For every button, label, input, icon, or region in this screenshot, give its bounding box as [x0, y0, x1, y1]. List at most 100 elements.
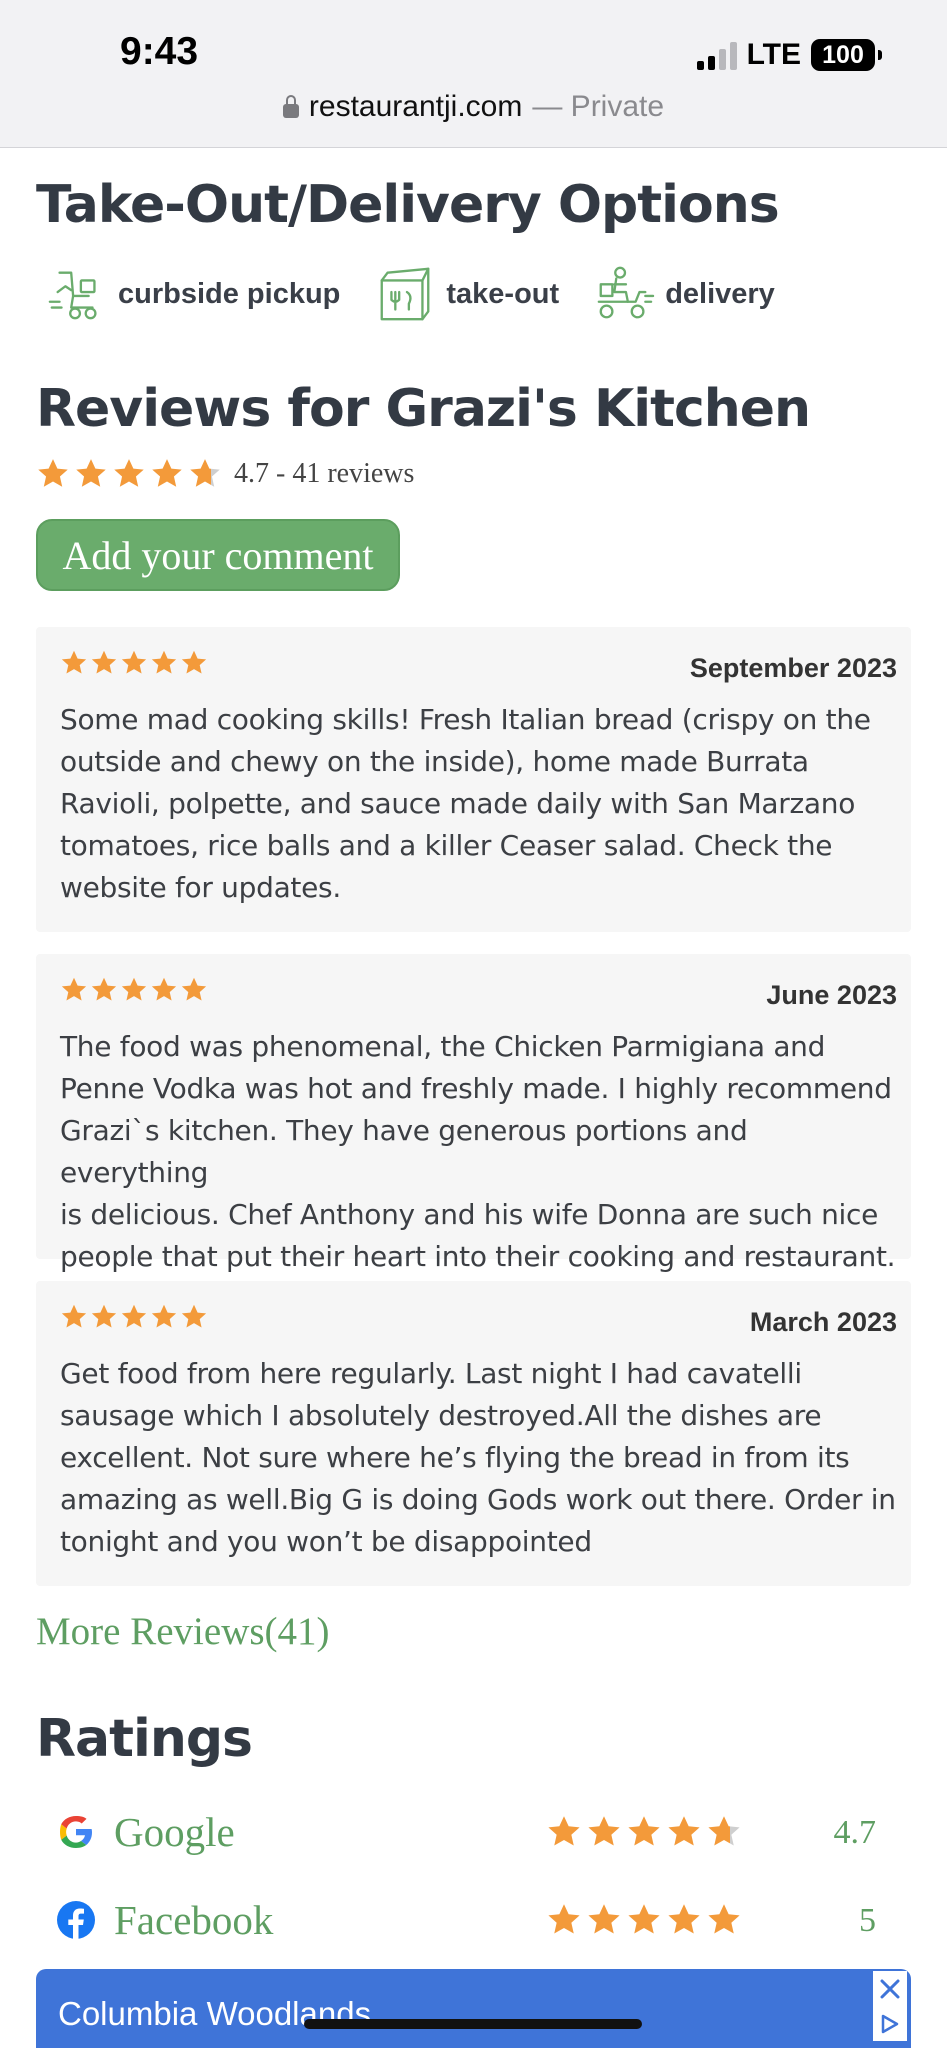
- review-line: Some mad cooking skills! Fresh Italian b…: [60, 703, 871, 736]
- curbside-pickup-icon: [48, 271, 97, 320]
- star-icon: [668, 1816, 700, 1846]
- rating-row-facebook: Facebook 5: [56, 1890, 876, 1950]
- add-comment-button[interactable]: Add your comment: [36, 519, 400, 591]
- review-line: sausage which I absolutely destroyed.All…: [60, 1399, 822, 1432]
- ad-controls: [873, 1971, 907, 2041]
- star-icon: [151, 1304, 177, 1328]
- status-indicators: LTE 100: [696, 38, 882, 72]
- star-icon: [190, 459, 220, 487]
- lock-icon: [282, 95, 299, 118]
- star-icon: [61, 650, 87, 674]
- review-stars: [60, 1303, 208, 1331]
- star-icon: [181, 977, 207, 1001]
- review-line: website for updates.: [60, 871, 341, 904]
- star-icon: [588, 1816, 620, 1846]
- option-label: delivery: [665, 277, 775, 310]
- star-icon: [181, 650, 207, 674]
- star-icon: [708, 1816, 740, 1846]
- option-curbside-pickup: curbside pickup: [46, 263, 340, 325]
- review-line: tomatoes, rice balls and a killer Ceaser…: [60, 829, 833, 862]
- star-icon: [151, 650, 177, 674]
- network-type: LTE: [746, 38, 801, 71]
- review-line: people that put their heart into their c…: [60, 1240, 896, 1273]
- star-icon: [121, 650, 147, 674]
- review-text: Some mad cooking skills! Fresh Italian b…: [60, 699, 900, 909]
- review-line: Grazi`s kitchen. They have generous port…: [60, 1114, 748, 1189]
- adchoices-icon[interactable]: [879, 2013, 901, 2035]
- review-line: The food was phenomenal, the Chicken Par…: [60, 1030, 826, 1063]
- star-icon: [708, 1904, 740, 1934]
- review-date: September 2023: [689, 653, 897, 683]
- rating-source[interactable]: Facebook: [114, 1896, 273, 1944]
- star-icon: [76, 459, 106, 487]
- star-icon: [91, 977, 117, 1001]
- review-text: Get food from here regularly. Last night…: [60, 1353, 900, 1563]
- option-delivery: delivery: [593, 263, 775, 325]
- close-icon[interactable]: [879, 1978, 901, 2000]
- star-icon: [548, 1816, 580, 1846]
- option-label: curbside pickup: [118, 277, 341, 310]
- review-stars: [60, 976, 208, 1004]
- review-line: excellent. Not sure where he’s flying th…: [60, 1441, 850, 1474]
- url-host: restaurantji.com: [308, 90, 523, 123]
- review-date: June 2023: [766, 980, 897, 1010]
- review-stars: [60, 649, 208, 677]
- rating-stars: [546, 1814, 742, 1850]
- rating-stars: [546, 1902, 742, 1938]
- takeout-bag-icon: [380, 267, 430, 321]
- star-icon: [152, 459, 182, 487]
- summary-stars: [36, 457, 222, 491]
- summary-text: 4.7 - 41 reviews: [234, 458, 415, 489]
- star-icon: [114, 459, 144, 487]
- star-icon: [91, 1304, 117, 1328]
- review-line: Ravioli, polpette, and sauce made daily …: [60, 787, 856, 820]
- rating-source[interactable]: Google: [114, 1808, 235, 1856]
- more-reviews-link[interactable]: More Reviews(41): [36, 1609, 330, 1654]
- star-icon: [61, 977, 87, 1001]
- page-content: Take-Out/Delivery Options curbside picku…: [0, 149, 947, 2048]
- cellular-signal-icon: [696, 40, 737, 70]
- takeout-heading: Take-Out/Delivery Options: [36, 175, 780, 235]
- rating-summary: 4.7 - 41 reviews: [36, 457, 414, 491]
- star-icon: [181, 1304, 207, 1328]
- review-line: Get food from here regularly. Last night…: [60, 1357, 802, 1390]
- star-icon: [121, 1304, 147, 1328]
- star-icon: [668, 1904, 700, 1934]
- delivery-scooter-icon: [597, 266, 655, 319]
- review-text: The food was phenomenal, the Chicken Par…: [60, 1026, 900, 1278]
- reviews-heading: Reviews for Grazi's Kitchen: [36, 379, 811, 439]
- rating-value: 4.7: [833, 1814, 877, 1851]
- star-icon: [628, 1904, 660, 1934]
- star-icon: [628, 1816, 660, 1846]
- option-take-out: take-out: [374, 263, 559, 325]
- review-card: March 2023 Get food from here regularly.…: [36, 1281, 911, 1586]
- private-label: — Private: [532, 90, 665, 123]
- browser-chrome: 9:43 LTE 100 restaurantji.com — Private: [0, 0, 947, 148]
- battery-icon: 100: [811, 39, 882, 71]
- status-time: 9:43: [120, 30, 199, 73]
- ad-banner[interactable]: Columbia Woodlands: [36, 1969, 911, 2048]
- star-icon: [61, 1304, 87, 1328]
- star-icon: [588, 1904, 620, 1934]
- review-line: tonight and you won’t be disappointed: [60, 1525, 592, 1558]
- facebook-logo-icon: [57, 1901, 95, 1939]
- star-icon: [151, 977, 177, 1001]
- home-indicator[interactable]: [304, 2019, 642, 2029]
- review-card: June 2023 The food was phenomenal, the C…: [36, 954, 911, 1273]
- takeout-options: curbside pickup take-out delivery: [46, 263, 809, 325]
- review-line: Penne Vodka was hot and freshly made. I …: [60, 1072, 892, 1105]
- url-bar[interactable]: restaurantji.com — Private: [0, 90, 947, 124]
- rating-value: 5: [859, 1902, 876, 1939]
- star-icon: [91, 650, 117, 674]
- star-icon: [121, 977, 147, 1001]
- review-card: September 2023 Some mad cooking skills! …: [36, 627, 911, 932]
- star-icon: [548, 1904, 580, 1934]
- google-logo-icon: [60, 1816, 92, 1848]
- review-line: outside and chewy on the inside), home m…: [60, 745, 809, 778]
- review-line: amazing as well.Big G is doing Gods work…: [60, 1483, 896, 1516]
- review-date: March 2023: [749, 1307, 897, 1337]
- star-icon: [38, 459, 68, 487]
- option-label: take-out: [446, 277, 560, 310]
- ratings-heading: Ratings: [36, 1709, 253, 1769]
- review-line: is delicious. Chef Anthony and his wife …: [60, 1198, 879, 1231]
